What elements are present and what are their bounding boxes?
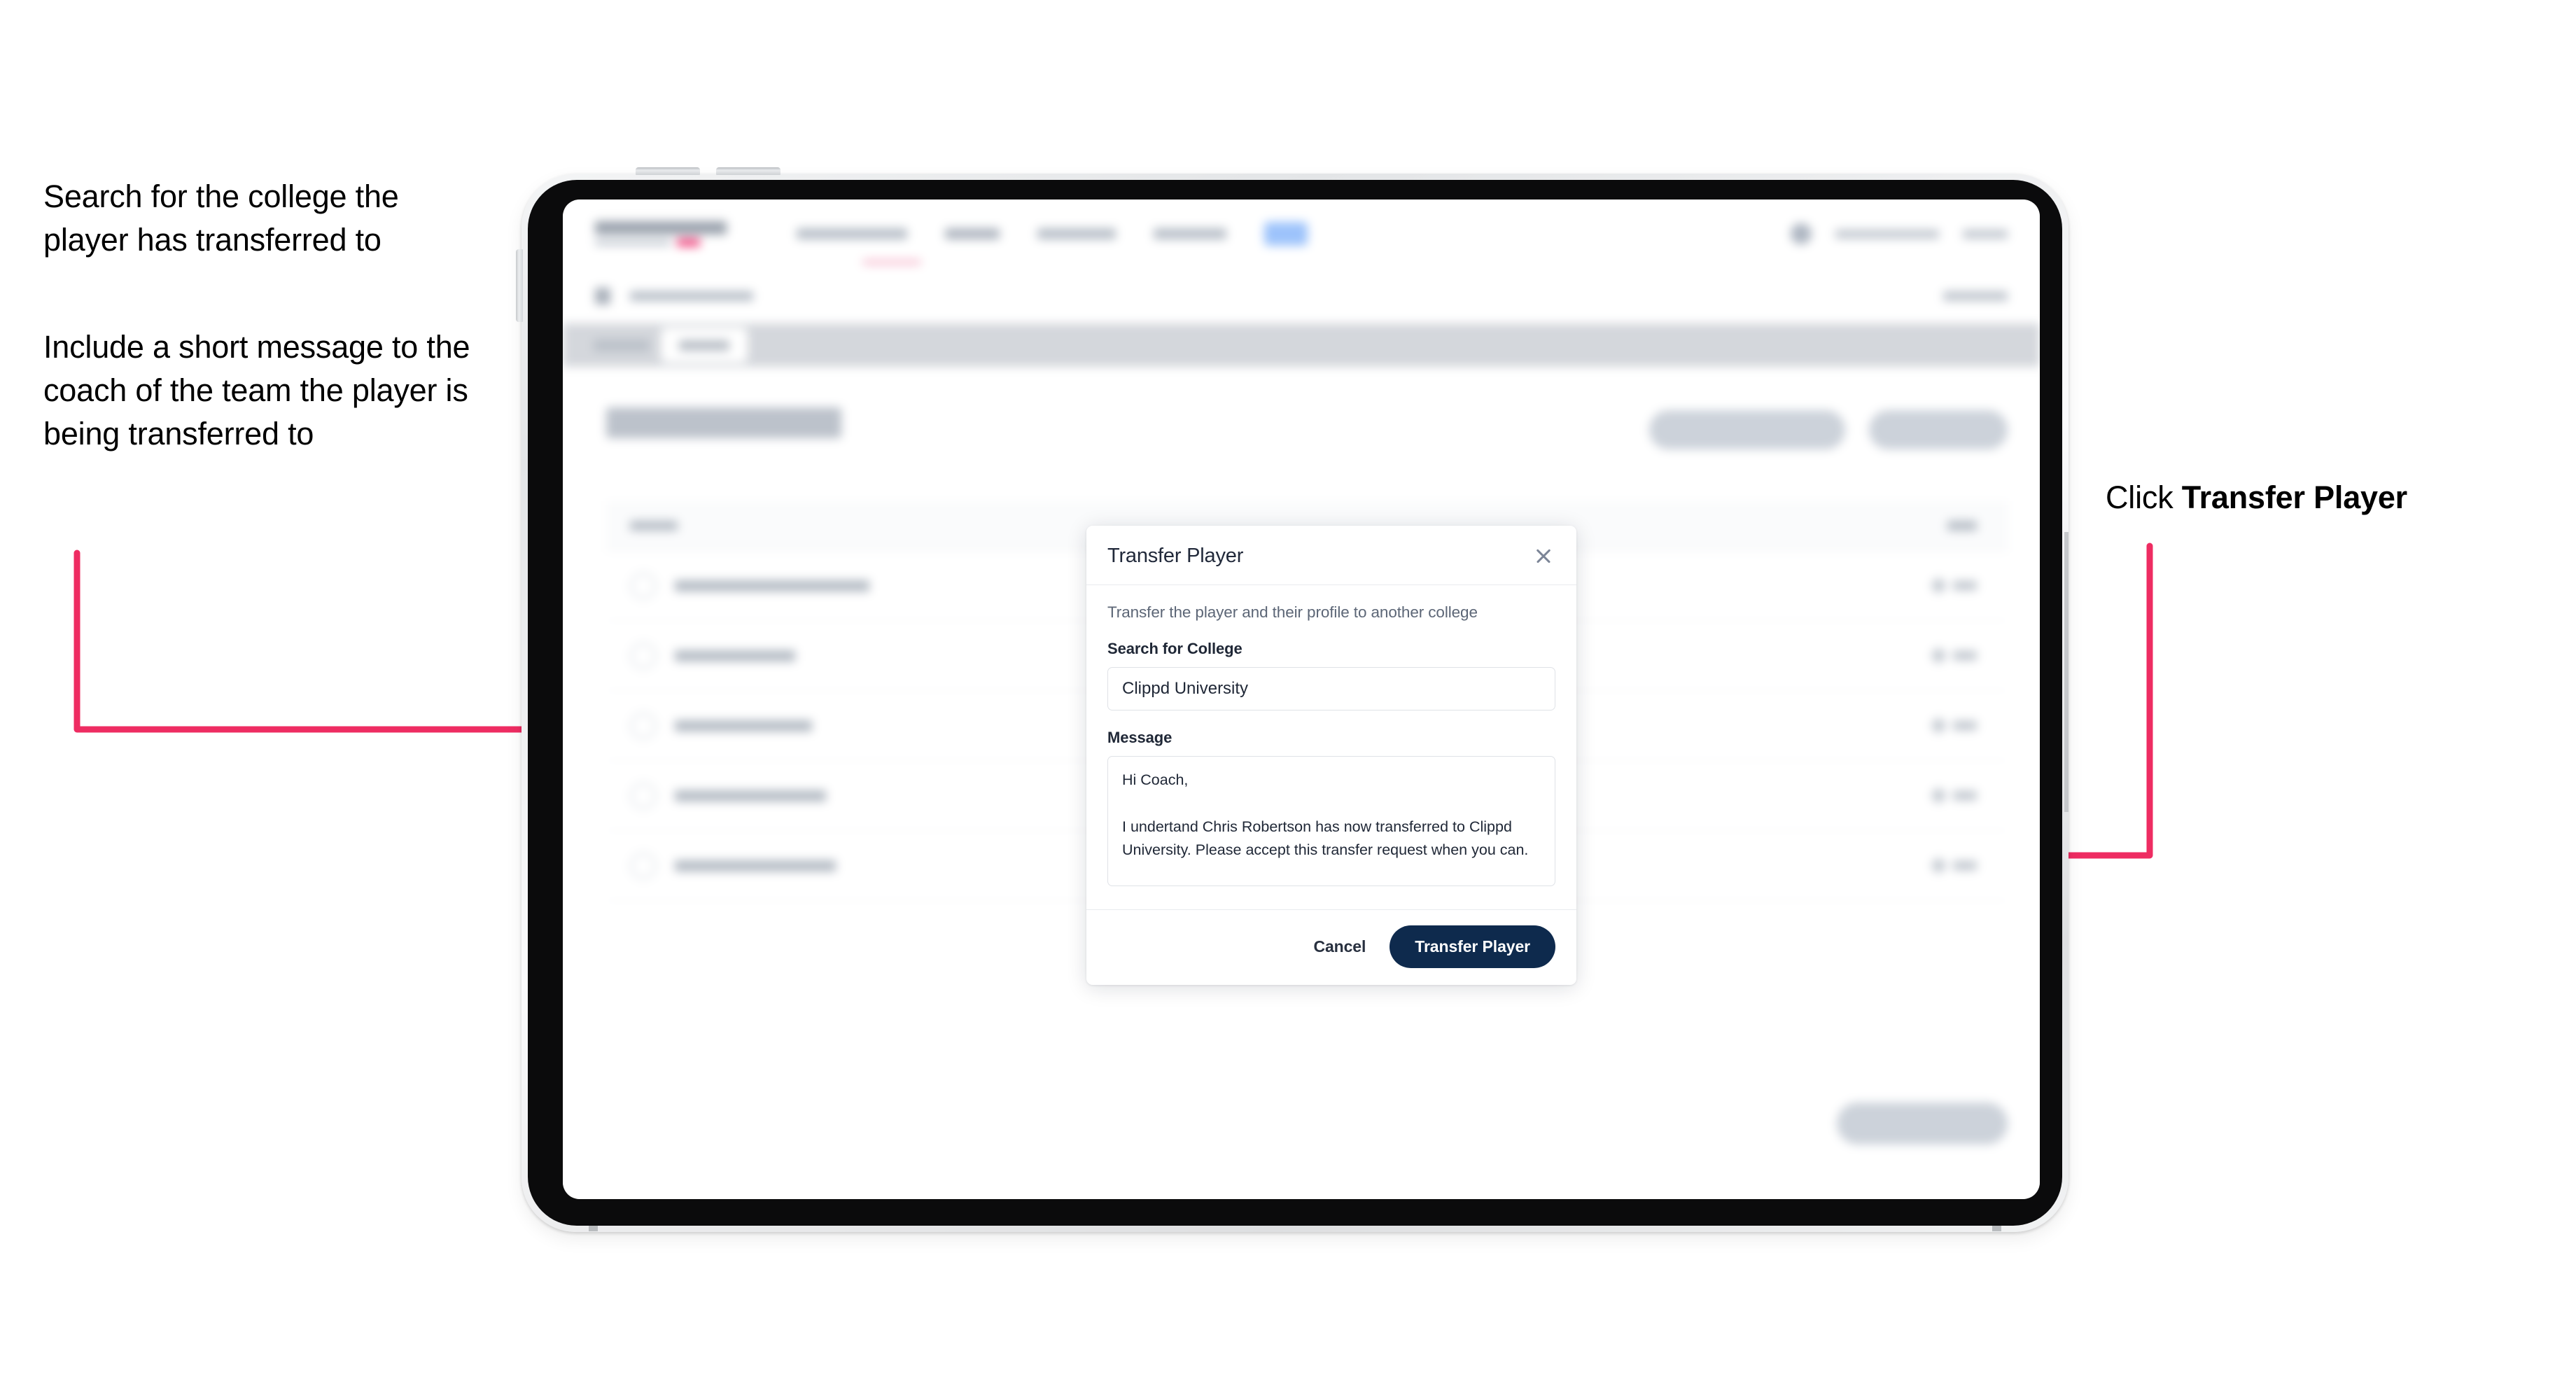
annotation-search-college: Search for the college the player has tr… bbox=[43, 178, 399, 258]
device-foot-left bbox=[589, 1225, 598, 1231]
breadcrumb-icon bbox=[595, 287, 610, 304]
transfer-player-button[interactable]: Transfer Player bbox=[1390, 925, 1555, 968]
nav-badge[interactable] bbox=[1264, 222, 1308, 246]
avatar bbox=[630, 572, 657, 599]
column-header-edit bbox=[1947, 521, 1977, 531]
app-top-navbar bbox=[563, 200, 2040, 269]
avatar bbox=[630, 782, 657, 809]
subnav-tab-roster[interactable] bbox=[661, 328, 748, 363]
modal-footer: Cancel Transfer Player bbox=[1086, 909, 1576, 985]
sign-out-link[interactable] bbox=[1963, 229, 2008, 239]
nav-item-3[interactable] bbox=[1037, 228, 1116, 239]
edit-action[interactable] bbox=[1930, 717, 1977, 734]
request-player-transfer-button[interactable] bbox=[1649, 410, 1845, 449]
nav-item-1[interactable] bbox=[797, 228, 907, 239]
edit-action[interactable] bbox=[1930, 787, 1977, 804]
avatar bbox=[630, 852, 657, 879]
add-player-button[interactable] bbox=[1869, 410, 2008, 449]
pencil-icon bbox=[1930, 787, 1947, 804]
modal-header: Transfer Player bbox=[1086, 526, 1576, 585]
annotation-right-bold: Transfer Player bbox=[2181, 479, 2407, 515]
message-field-group: Message bbox=[1107, 729, 1555, 890]
nav-item-2[interactable] bbox=[945, 228, 1000, 239]
annotation-right-prefix: Click bbox=[2106, 479, 2182, 515]
volume-down-button[interactable] bbox=[716, 167, 780, 175]
player-name bbox=[675, 790, 826, 802]
pencil-icon bbox=[1930, 717, 1947, 734]
nav-item-4[interactable] bbox=[1154, 228, 1226, 239]
search-college-input[interactable] bbox=[1107, 667, 1555, 710]
save-roster-button[interactable] bbox=[1837, 1102, 2008, 1144]
edit-action[interactable] bbox=[1930, 577, 1977, 594]
pencil-icon bbox=[1930, 577, 1947, 594]
close-icon[interactable] bbox=[1532, 544, 1555, 568]
cancel-button[interactable]: Cancel bbox=[1309, 930, 1370, 963]
pencil-icon bbox=[1930, 647, 1947, 664]
nav-active-underline bbox=[862, 260, 921, 265]
edit-label bbox=[1953, 581, 1977, 590]
edit-label bbox=[1953, 721, 1977, 730]
tablet-screen: Transfer Player Transfer the player and … bbox=[563, 200, 2040, 1199]
edit-action[interactable] bbox=[1930, 647, 1977, 664]
device-foot-right bbox=[1992, 1225, 2001, 1231]
player-name bbox=[675, 860, 836, 872]
message-textarea[interactable] bbox=[1107, 756, 1555, 886]
user-email bbox=[1835, 229, 1939, 239]
avatar bbox=[630, 712, 657, 739]
annotation-click-transfer-player: Click Transfer Player bbox=[2106, 476, 2540, 519]
edit-label bbox=[1953, 791, 1977, 800]
app-nav bbox=[797, 222, 1308, 246]
modal-body: Transfer the player and their profile to… bbox=[1086, 585, 1576, 909]
player-name bbox=[675, 720, 812, 732]
app-logo[interactable] bbox=[595, 221, 742, 246]
modal-description: Transfer the player and their profile to… bbox=[1107, 603, 1478, 621]
avatar[interactable] bbox=[1791, 223, 1812, 244]
transfer-player-modal: Transfer Player Transfer the player and … bbox=[1086, 526, 1576, 985]
breadcrumb-text[interactable] bbox=[630, 290, 753, 301]
breadcrumb bbox=[563, 268, 2040, 324]
pencil-icon bbox=[1930, 857, 1947, 874]
app-subnav bbox=[563, 323, 2040, 367]
subnav-tab-profile[interactable] bbox=[594, 339, 650, 351]
breadcrumb-cancel-link[interactable] bbox=[1943, 290, 2008, 301]
modal-title: Transfer Player bbox=[1107, 544, 1244, 567]
volume-up-button[interactable] bbox=[636, 167, 700, 175]
edit-action[interactable] bbox=[1930, 857, 1977, 874]
player-name bbox=[675, 650, 795, 662]
logo-subline bbox=[595, 239, 742, 246]
search-college-label: Search for College bbox=[1107, 640, 1242, 657]
edit-label bbox=[1953, 651, 1977, 660]
message-label: Message bbox=[1107, 729, 1172, 746]
logo-accent-mark bbox=[677, 239, 700, 246]
tablet-bezel: Transfer Player Transfer the player and … bbox=[528, 180, 2062, 1226]
app-topbar-right bbox=[1791, 223, 2008, 244]
college-field-group: Search for College bbox=[1107, 640, 1555, 710]
player-name bbox=[675, 580, 869, 592]
column-header-name bbox=[630, 521, 678, 531]
logo-wordmark bbox=[595, 221, 727, 234]
power-button[interactable] bbox=[516, 249, 523, 322]
page-title bbox=[606, 407, 841, 438]
antenna-line bbox=[2064, 532, 2068, 812]
edit-label bbox=[1953, 861, 1977, 870]
annotation-include-message: Include a short message to the coach of … bbox=[43, 329, 470, 452]
tablet-device: Transfer Player Transfer the player and … bbox=[516, 167, 2068, 1232]
logo-subtext bbox=[595, 239, 671, 246]
avatar bbox=[630, 642, 657, 669]
